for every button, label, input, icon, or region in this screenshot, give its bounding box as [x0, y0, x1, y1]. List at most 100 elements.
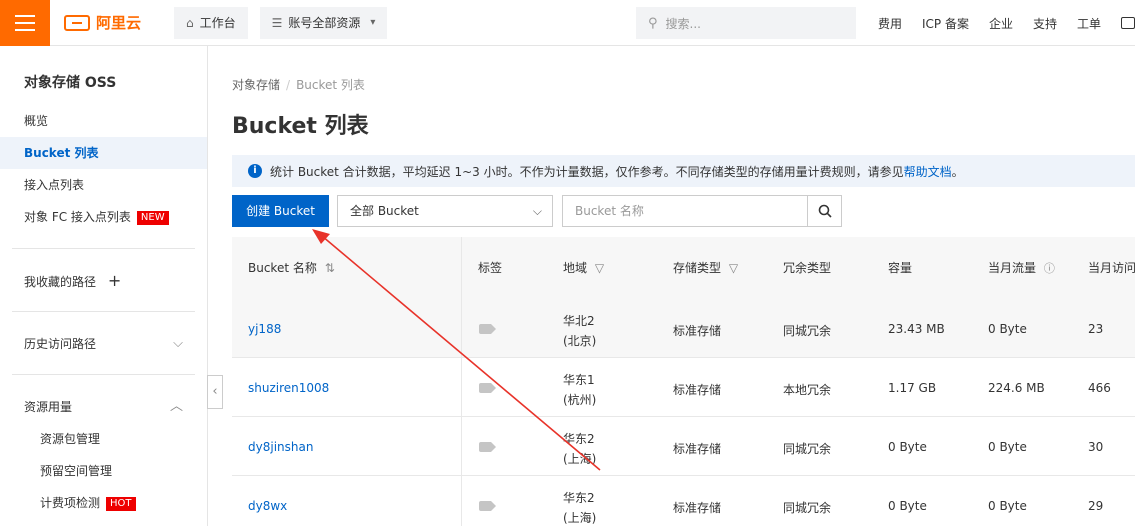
plus-icon[interactable]: +	[108, 271, 121, 290]
table-row: dy8wx 华东2 (上海) 标准存储 同城冗余 0 Byte 0 Byte 29	[232, 476, 1135, 526]
table-row: dy8jinshan 华东2 (上海) 标准存储 同城冗余 0 Byte 0 Byte 30	[232, 417, 1135, 476]
sidebar-item-history[interactable]: 历史访问路径 ⌵	[0, 328, 207, 360]
col-label: 当月流量	[988, 261, 1037, 275]
region-cell: 华北2	[563, 314, 595, 328]
top-links: 费用 ICP 备案 企业 支持 工单	[878, 0, 1135, 46]
col-label: 地域	[563, 261, 588, 275]
global-search-input[interactable]: ⚲ 搜索...	[636, 7, 856, 39]
tag-icon[interactable]	[479, 501, 496, 511]
chevron-down-icon: ▾	[370, 17, 376, 28]
hot-badge: HOT	[106, 496, 136, 511]
info-banner: i 统计 Bucket 合计数据，平均延迟 1~3 小时。不作为计量数据，仅作参…	[232, 155, 1135, 187]
bucket-name-link[interactable]: yj188	[248, 322, 281, 336]
redundancy-cell: 本地冗余	[783, 383, 832, 397]
col-tags: 标签	[478, 261, 503, 275]
capacity-cell: 23.43 MB	[888, 322, 945, 336]
visits-cell: 466	[1088, 381, 1111, 395]
link-ticket[interactable]: 工单	[1077, 15, 1101, 32]
table-header: Bucket 名称 ⇅ 标签 地域 ▽ 存储类型 ▽ 冗余类型 容量 当月流量 …	[232, 237, 1135, 299]
chevron-down-icon: ⌵	[173, 336, 183, 351]
bucket-search-placeholder: Bucket 名称	[575, 204, 644, 218]
workbench-label: 工作台	[199, 16, 236, 30]
region-cell: 华东1	[563, 373, 595, 387]
tag-icon[interactable]	[479, 442, 496, 452]
resources-dropdown[interactable]: ☰ 账号全部资源 ▾	[259, 6, 388, 39]
logo-mark-icon	[64, 14, 90, 31]
table-row: yj188 华北2 (北京) 标准存储 同城冗余 23.43 MB 0 Byte 23	[232, 299, 1135, 358]
workbench-button[interactable]: ⌂ 工作台	[174, 6, 248, 39]
link-enterprise[interactable]: 企业	[989, 15, 1013, 32]
table-row: shuziren1008 华东1 (杭州) 标准存储 本地冗余 1.17 GB 224.6 …	[232, 358, 1135, 417]
bucket-search-input[interactable]: Bucket 名称	[562, 195, 842, 227]
traffic-cell: 0 Byte	[988, 322, 1027, 336]
col-bucket-name[interactable]: Bucket 名称 ⇅	[248, 237, 335, 299]
sidebar-item-package-mgmt[interactable]: 资源包管理	[0, 423, 207, 455]
help-icon[interactable]: ⓘ	[1044, 262, 1055, 275]
divider	[12, 374, 195, 375]
capacity-cell: 0 Byte	[888, 499, 927, 513]
search-button[interactable]	[807, 196, 841, 226]
col-label: Bucket 名称	[248, 261, 317, 275]
link-billing[interactable]: 费用	[878, 15, 902, 32]
region-cell: 华东2	[563, 491, 595, 505]
search-icon	[818, 204, 832, 218]
sidebar-item-reserved-space[interactable]: 预留空间管理	[0, 455, 207, 487]
filter-icon[interactable]: ▽	[729, 261, 738, 275]
link-icp[interactable]: ICP 备案	[922, 15, 969, 32]
info-icon: i	[248, 164, 262, 178]
capacity-cell: 0 Byte	[888, 440, 927, 454]
storage-type-cell: 标准存储	[673, 324, 722, 338]
breadcrumb: 对象存储 / Bucket 列表	[232, 76, 365, 93]
sidebar-item-bucket-list[interactable]: Bucket 列表	[0, 137, 207, 169]
hamburger-menu-button[interactable]	[0, 0, 50, 46]
sidebar-item-usage[interactable]: 资源用量 ︿	[0, 391, 207, 423]
traffic-cell: 0 Byte	[988, 499, 1027, 513]
col-redundancy: 冗余类型	[783, 261, 832, 275]
col-storage-type[interactable]: 存储类型 ▽	[673, 237, 738, 299]
region-cell: (北京)	[563, 334, 597, 348]
region-cell: (杭州)	[563, 393, 597, 407]
divider	[12, 311, 195, 312]
sidebar: 对象存储 OSS 概览 Bucket 列表 接入点列表 对象 FC 接入点列表 N…	[0, 46, 208, 526]
top-navbar: 阿里云 ⌂ 工作台 ☰ 账号全部资源 ▾ ⚲ 搜索... 费用 ICP 备案 企…	[0, 0, 1135, 46]
sidebar-item-favorites[interactable]: 我收藏的路径 +	[0, 265, 207, 297]
sidebar-item-fc-access-points[interactable]: 对象 FC 接入点列表 NEW	[0, 201, 207, 233]
list-icon: ☰	[271, 15, 283, 30]
sort-icon[interactable]: ⇅	[325, 261, 335, 275]
create-bucket-button[interactable]: 创建 Bucket	[232, 195, 329, 227]
sidebar-collapse-button[interactable]: ‹	[207, 375, 223, 409]
visits-cell: 29	[1088, 499, 1104, 513]
tag-icon[interactable]	[479, 383, 496, 393]
redundancy-cell: 同城冗余	[783, 324, 832, 338]
tag-icon[interactable]	[479, 324, 496, 334]
aliyun-logo[interactable]: 阿里云	[64, 12, 174, 33]
col-region[interactable]: 地域 ▽	[563, 237, 604, 299]
capacity-cell: 1.17 GB	[888, 381, 937, 395]
resources-label: 账号全部资源	[288, 16, 361, 30]
search-icon: ⚲	[648, 15, 658, 31]
storage-type-cell: 标准存储	[673, 442, 722, 456]
sidebar-item-billing-check[interactable]: 计费项检测 HOT	[0, 487, 207, 519]
bucket-name-link[interactable]: dy8wx	[248, 499, 287, 513]
sidebar-item-label: 计费项检测	[40, 496, 101, 510]
filter-icon[interactable]: ▽	[595, 261, 604, 275]
breadcrumb-current: Bucket 列表	[296, 78, 365, 92]
chevron-down-icon: ⌵	[532, 204, 542, 218]
divider	[12, 248, 195, 249]
search-placeholder: 搜索...	[665, 16, 701, 31]
help-doc-link[interactable]: 帮助文档	[904, 163, 952, 180]
traffic-cell: 224.6 MB	[988, 381, 1045, 395]
bucket-name-link[interactable]: shuziren1008	[248, 381, 329, 395]
favorites-label: 我收藏的路径	[24, 275, 97, 289]
storage-type-cell: 标准存储	[673, 501, 722, 515]
region-cell: 华东2	[563, 432, 595, 446]
col-visits: 当月访问	[1088, 261, 1135, 275]
sidebar-item-access-points[interactable]: 接入点列表	[0, 169, 207, 201]
breadcrumb-root[interactable]: 对象存储	[232, 78, 280, 92]
bucket-filter-select[interactable]: 全部 Bucket ⌵	[337, 195, 553, 227]
storage-type-cell: 标准存储	[673, 383, 722, 397]
sidebar-item-overview[interactable]: 概览	[0, 105, 207, 137]
terminal-icon[interactable]	[1121, 17, 1135, 29]
link-support[interactable]: 支持	[1033, 15, 1057, 32]
bucket-name-link[interactable]: dy8jinshan	[248, 440, 313, 454]
